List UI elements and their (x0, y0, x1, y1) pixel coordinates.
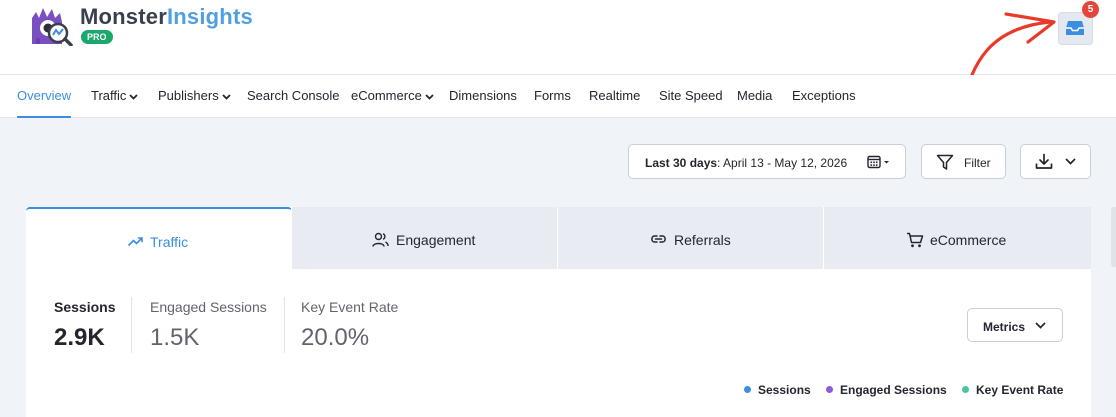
nav-item-exceptions[interactable]: Exceptions (792, 88, 856, 103)
nav-item-media[interactable]: Media (737, 88, 772, 103)
tab-referrals-label: Referrals (674, 232, 731, 248)
legend-dot (826, 386, 833, 394)
calendar-icon (867, 155, 889, 169)
chevron-down-icon (425, 93, 434, 100)
metric-value: 1.5K (150, 324, 200, 351)
nav-item-label: eCommerce (351, 88, 422, 103)
legend-label: Sessions (758, 383, 811, 397)
metrics-dropdown-button[interactable]: Metrics (967, 308, 1063, 342)
metric-divider (284, 297, 285, 353)
filter-icon (936, 154, 954, 170)
metric-divider (131, 297, 132, 353)
nav-item-forms[interactable]: Forms (534, 88, 571, 103)
tab-ecommerce[interactable]: eCommerce (824, 207, 1091, 269)
report-nav: Overview Traffic Publishers Search Conso… (0, 75, 1116, 118)
top-bar: MonsterInsights PRO 5 (0, 0, 1116, 110)
pro-badge: PRO (81, 30, 113, 44)
legend-item-key-event-rate: Key Event Rate (962, 383, 1063, 397)
chevron-down-icon (129, 93, 139, 100)
nav-item-traffic[interactable]: Traffic (91, 88, 139, 103)
overview-report-panel: Traffic Engagement Referrals eCommerce S… (26, 207, 1091, 417)
nav-item-publishers[interactable]: Publishers (158, 88, 231, 103)
metrics-button-label: Metrics (983, 320, 1026, 334)
tab-traffic[interactable]: Traffic (26, 207, 292, 269)
metric-label: Key Event Rate (301, 299, 399, 315)
tab-engagement[interactable]: Engagement (292, 207, 558, 269)
nav-item-realtime[interactable]: Realtime (589, 88, 640, 103)
tab-ecommerce-label: eCommerce (930, 232, 1007, 248)
tab-engagement-label: Engagement (396, 232, 476, 248)
monster-mascot-logo (32, 8, 73, 46)
brand-name: MonsterInsights (80, 4, 253, 29)
date-range-label: Last 30 days: April 13 - May 12, 2026 (645, 156, 848, 170)
filter-label: Filter (964, 156, 991, 170)
notification-count-badge: 5 (1082, 1, 1099, 18)
nav-item-ecommerce[interactable]: eCommerce (351, 88, 434, 103)
nav-item-site-speed[interactable]: Site Speed (659, 88, 723, 103)
tab-traffic-label: Traffic (150, 234, 189, 250)
cart-icon (907, 232, 924, 248)
metric-value: 2.9K (54, 324, 105, 351)
metric-sessions[interactable]: Sessions 2.9K (54, 299, 115, 352)
chevron-down-icon (222, 93, 231, 100)
nav-item-overview[interactable]: Overview (17, 88, 72, 118)
legend-label: Engaged Sessions (840, 383, 947, 397)
legend-item-sessions: Sessions (744, 383, 811, 397)
inbox-icon (1066, 21, 1084, 35)
metric-key-event-rate[interactable]: Key Event Rate 20.0% (301, 299, 398, 352)
legend-label: Key Event Rate (976, 383, 1064, 397)
nav-item-label: Publishers (158, 88, 219, 103)
legend-dot (744, 386, 751, 394)
nav-item-label: Traffic (91, 88, 127, 103)
legend-item-engaged-sessions: Engaged Sessions (826, 383, 947, 397)
link-icon (651, 235, 666, 243)
metric-label: Sessions (54, 299, 116, 315)
tab-referrals[interactable]: Referrals (558, 207, 824, 269)
metric-value: 20.0% (301, 324, 370, 351)
nav-item-search-console[interactable]: Search Console (247, 88, 340, 103)
metric-label: Engaged Sessions (150, 299, 267, 315)
chevron-down-icon (1065, 158, 1076, 165)
legend-dot (962, 386, 969, 394)
download-icon (1035, 153, 1053, 169)
export-button[interactable] (1020, 144, 1091, 179)
scrollbar[interactable] (1111, 207, 1116, 267)
filter-button[interactable]: Filter (921, 144, 1006, 179)
chevron-down-icon (1035, 322, 1046, 329)
report-tabs: Traffic Engagement Referrals eCommerce (26, 207, 1091, 269)
date-range-picker[interactable]: Last 30 days: April 13 - May 12, 2026 (628, 144, 906, 179)
metric-engaged-sessions[interactable]: Engaged Sessions 1.5K (150, 299, 267, 352)
users-icon (372, 232, 389, 247)
trend-icon (128, 237, 143, 246)
nav-item-dimensions[interactable]: Dimensions (449, 88, 517, 103)
